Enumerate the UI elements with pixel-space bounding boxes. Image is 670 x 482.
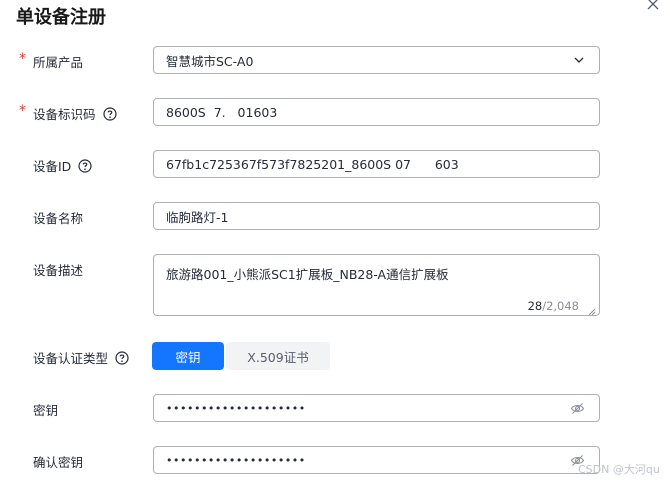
auth-option-x509[interactable]: X.509证书 [226,342,330,370]
secret-value: •••••••••••••••••••• [166,401,306,415]
char-max: /2,048 [542,299,579,313]
eye-slash-icon[interactable] [570,401,585,416]
identifier-label-text: 设备标识码 [33,107,96,122]
chevron-down-icon [573,54,585,66]
product-select[interactable]: 智慧城市SC-A0 [153,46,600,74]
secret-input[interactable]: •••••••••••••••••••• [153,394,600,422]
device-id-label-text: 设备ID [33,159,72,174]
required-mark: * [19,103,26,119]
question-circle-icon[interactable] [102,106,117,121]
device-id-value: 67fb1c725367f573f7825201_8600S 07 603 [166,156,459,172]
question-circle-icon[interactable] [78,158,92,173]
dialog-title: 单设备注册 [16,7,106,28]
auth-type-segmented: 密钥 X.509证书 [152,342,330,370]
auth-option-secret[interactable]: 密钥 [152,342,224,370]
question-circle-icon[interactable] [115,350,129,365]
device-id-input[interactable]: 67fb1c725367f573f7825201_8600S 07 603 [153,150,600,178]
identifier-input[interactable]: 8600S 7. 01603 [153,98,600,126]
description-value: 旅游路001_小熊派SC1扩展板_NB28-A通信扩展板 [166,267,449,282]
identifier-value: 8600S 7. 01603 [166,104,278,120]
identifier-label: 设备标识码 [33,104,117,123]
product-value: 智慧城市SC-A0 [166,53,254,69]
required-mark: * [19,51,26,67]
device-name-value: 临朐路灯-1 [166,209,229,225]
confirm-secret-label: 确认密钥 [33,455,84,470]
resize-handle-icon[interactable] [587,304,596,316]
secret-label: 密钥 [33,403,59,418]
device-name-input[interactable]: 临朐路灯-1 [153,202,600,230]
device-id-label: 设备ID [33,156,92,175]
watermark: CSDN @大河qu [578,463,660,476]
auth-type-label: 设备认证类型 [33,348,129,367]
auth-type-label-text: 设备认证类型 [33,351,109,366]
close-icon[interactable] [645,0,661,12]
device-name-label: 设备名称 [33,211,84,226]
confirm-secret-input[interactable]: •••••••••••••••••••• [153,446,600,474]
confirm-secret-value: •••••••••••••••••••• [166,453,306,467]
char-count: 28 [527,299,543,313]
description-label: 设备描述 [33,263,84,278]
product-label: 所属产品 [33,55,84,70]
description-textarea[interactable]: 旅游路001_小熊派SC1扩展板_NB28-A通信扩展板 28/2,048 [153,254,600,316]
char-counter: 28/2,048 [528,299,579,313]
